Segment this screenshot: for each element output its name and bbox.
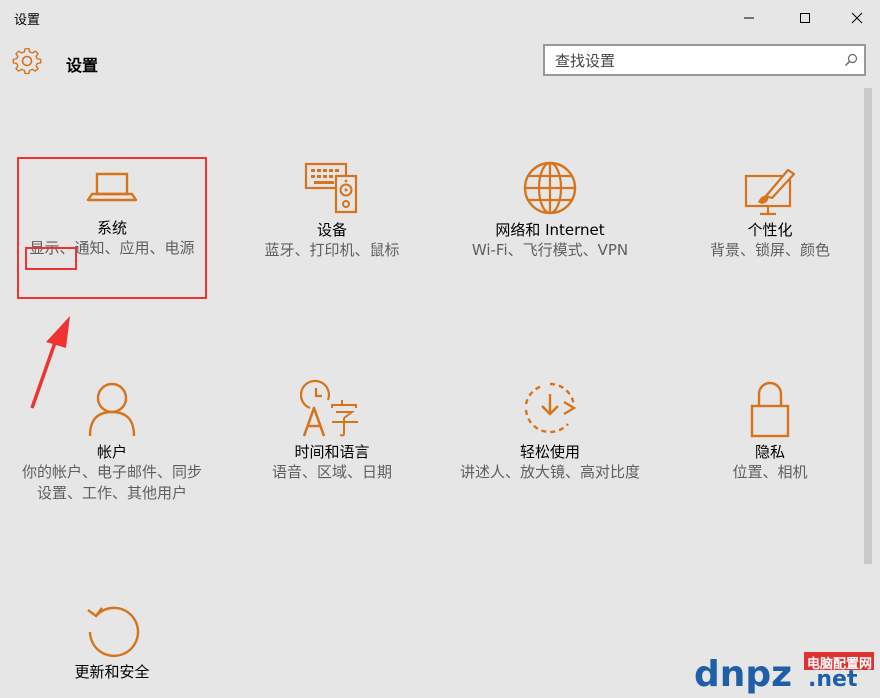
svg-text:dnpz: dnpz [694, 654, 792, 694]
person-icon [88, 382, 136, 437]
tile-devices-name: 设备 [316, 221, 347, 239]
tile-personalization-desc: 背景、锁屏、颜色 [709, 241, 830, 259]
tile-personalization-name: 个性化 [747, 221, 793, 239]
maximize-button[interactable] [782, 0, 828, 36]
tile-time-language-name: 时间和语言 [294, 443, 370, 461]
ease-of-access-icon [524, 382, 577, 434]
tile-update-security-name: 更新和安全 [74, 663, 150, 681]
tile-ease-of-access-name: 轻松使用 [519, 443, 580, 461]
maximize-icon [800, 13, 810, 23]
tile-ease-of-access[interactable]: 轻松使用 讲述人、放大镜、高对比度 [450, 378, 650, 483]
watermark-tag: 电脑配置网 [807, 657, 873, 672]
tile-ease-of-access-desc: 讲述人、放大镜、高对比度 [459, 463, 640, 481]
lock-icon [750, 381, 790, 438]
highlight-box [17, 157, 207, 299]
tile-personalization[interactable]: 个性化 背景、锁屏、颜色 [670, 164, 870, 261]
close-button[interactable] [834, 0, 880, 36]
tile-accounts-desc: 你的帐户、电子邮件、同步设置、工作、其他用户 [21, 463, 202, 502]
paintbrush-icon [744, 168, 796, 216]
tile-privacy-name: 隐私 [754, 443, 785, 461]
gear-icon [12, 48, 42, 75]
devices-icon [304, 162, 358, 214]
minimize-icon [744, 17, 754, 19]
window-title: 设置 [14, 13, 41, 28]
search-box[interactable] [543, 44, 866, 76]
tile-update-security[interactable]: 更新和安全 [12, 598, 212, 682]
page-title: 设置 [66, 56, 99, 75]
title-bar: 设置 [0, 0, 880, 36]
tile-network-desc: Wi-Fi、飞行模式、VPN [471, 241, 629, 259]
tile-devices-desc: 蓝牙、打印机、鼠标 [264, 241, 400, 259]
globe-icon [523, 161, 577, 215]
tile-devices[interactable]: 设备 蓝牙、打印机、鼠标 [232, 160, 432, 261]
highlight-box-small [25, 247, 77, 270]
red-arrow-icon [30, 316, 70, 409]
tile-privacy-desc: 位置、相机 [732, 463, 808, 481]
refresh-icon [87, 606, 140, 658]
tile-accounts-name: 帐户 [96, 443, 127, 461]
watermark-logo: dnpz .net 电脑配置网 [690, 648, 878, 695]
tile-time-language-desc: 语音、区域、日期 [271, 463, 392, 481]
tile-network-name: 网络和 Internet [495, 221, 605, 239]
search-input[interactable] [553, 49, 837, 73]
close-icon [851, 12, 863, 24]
tile-privacy[interactable]: 隐私 位置、相机 [670, 378, 870, 483]
time-language-icon [300, 379, 358, 437]
minimize-button[interactable] [726, 0, 772, 36]
tile-time-language[interactable]: 时间和语言 语音、区域、日期 [232, 378, 432, 483]
tile-network[interactable]: 网络和 Internet Wi-Fi、飞行模式、VPN [450, 160, 650, 261]
scrollbar[interactable] [864, 88, 872, 564]
search-icon[interactable] [844, 53, 858, 67]
